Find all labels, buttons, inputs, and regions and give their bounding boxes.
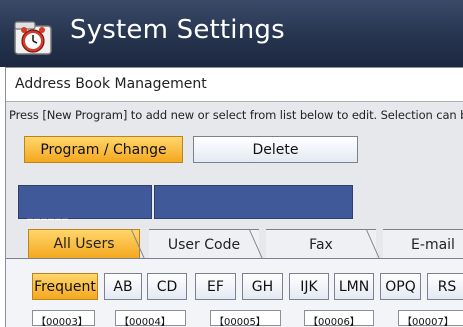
tab-all-users[interactable]: All Users (28, 229, 140, 259)
input-field-b[interactable] (154, 185, 353, 219)
tab-fax[interactable]: Fax (266, 229, 376, 259)
main-panel: Address Book Management Press [New Progr… (5, 67, 463, 327)
window-title: System Settings (70, 15, 285, 45)
index-opq[interactable]: OPQ (380, 273, 421, 300)
address-list: Frequent AB CD EF GH IJK LMN OPQ RS 【000… (6, 259, 463, 327)
index-ab[interactable]: AB (104, 273, 142, 300)
screen-heading: Address Book Management (6, 68, 463, 102)
title-bar: System Settings (0, 0, 463, 67)
input-field-a[interactable]: ______ (18, 185, 152, 220)
index-gh[interactable]: GH (242, 273, 283, 300)
index-cd[interactable]: CD (147, 273, 187, 300)
address-entry[interactable]: 【00007】 (398, 310, 463, 327)
index-lmn[interactable]: LMN (334, 273, 374, 300)
program-change-button[interactable]: Program / Change (24, 136, 183, 163)
address-entry[interactable]: 【00005】 (210, 310, 281, 327)
address-entry[interactable]: 【00004】 (115, 310, 186, 327)
index-ijk[interactable]: IJK (289, 273, 329, 300)
index-ef[interactable]: EF (195, 273, 236, 300)
tab-email[interactable]: E-mail (383, 229, 463, 259)
index-rs[interactable]: RS (427, 273, 463, 300)
settings-clock-icon (14, 21, 52, 55)
instruction-text: Press [New Program] to add new or select… (9, 108, 463, 122)
index-frequent[interactable]: Frequent (32, 273, 98, 300)
tab-user-code[interactable]: User Code (149, 229, 259, 259)
delete-button[interactable]: Delete (193, 136, 358, 163)
address-entry[interactable]: 【00006】 (304, 310, 374, 327)
address-entry[interactable]: 【00003】 (32, 310, 95, 327)
field-a-text: ______ (27, 206, 69, 220)
